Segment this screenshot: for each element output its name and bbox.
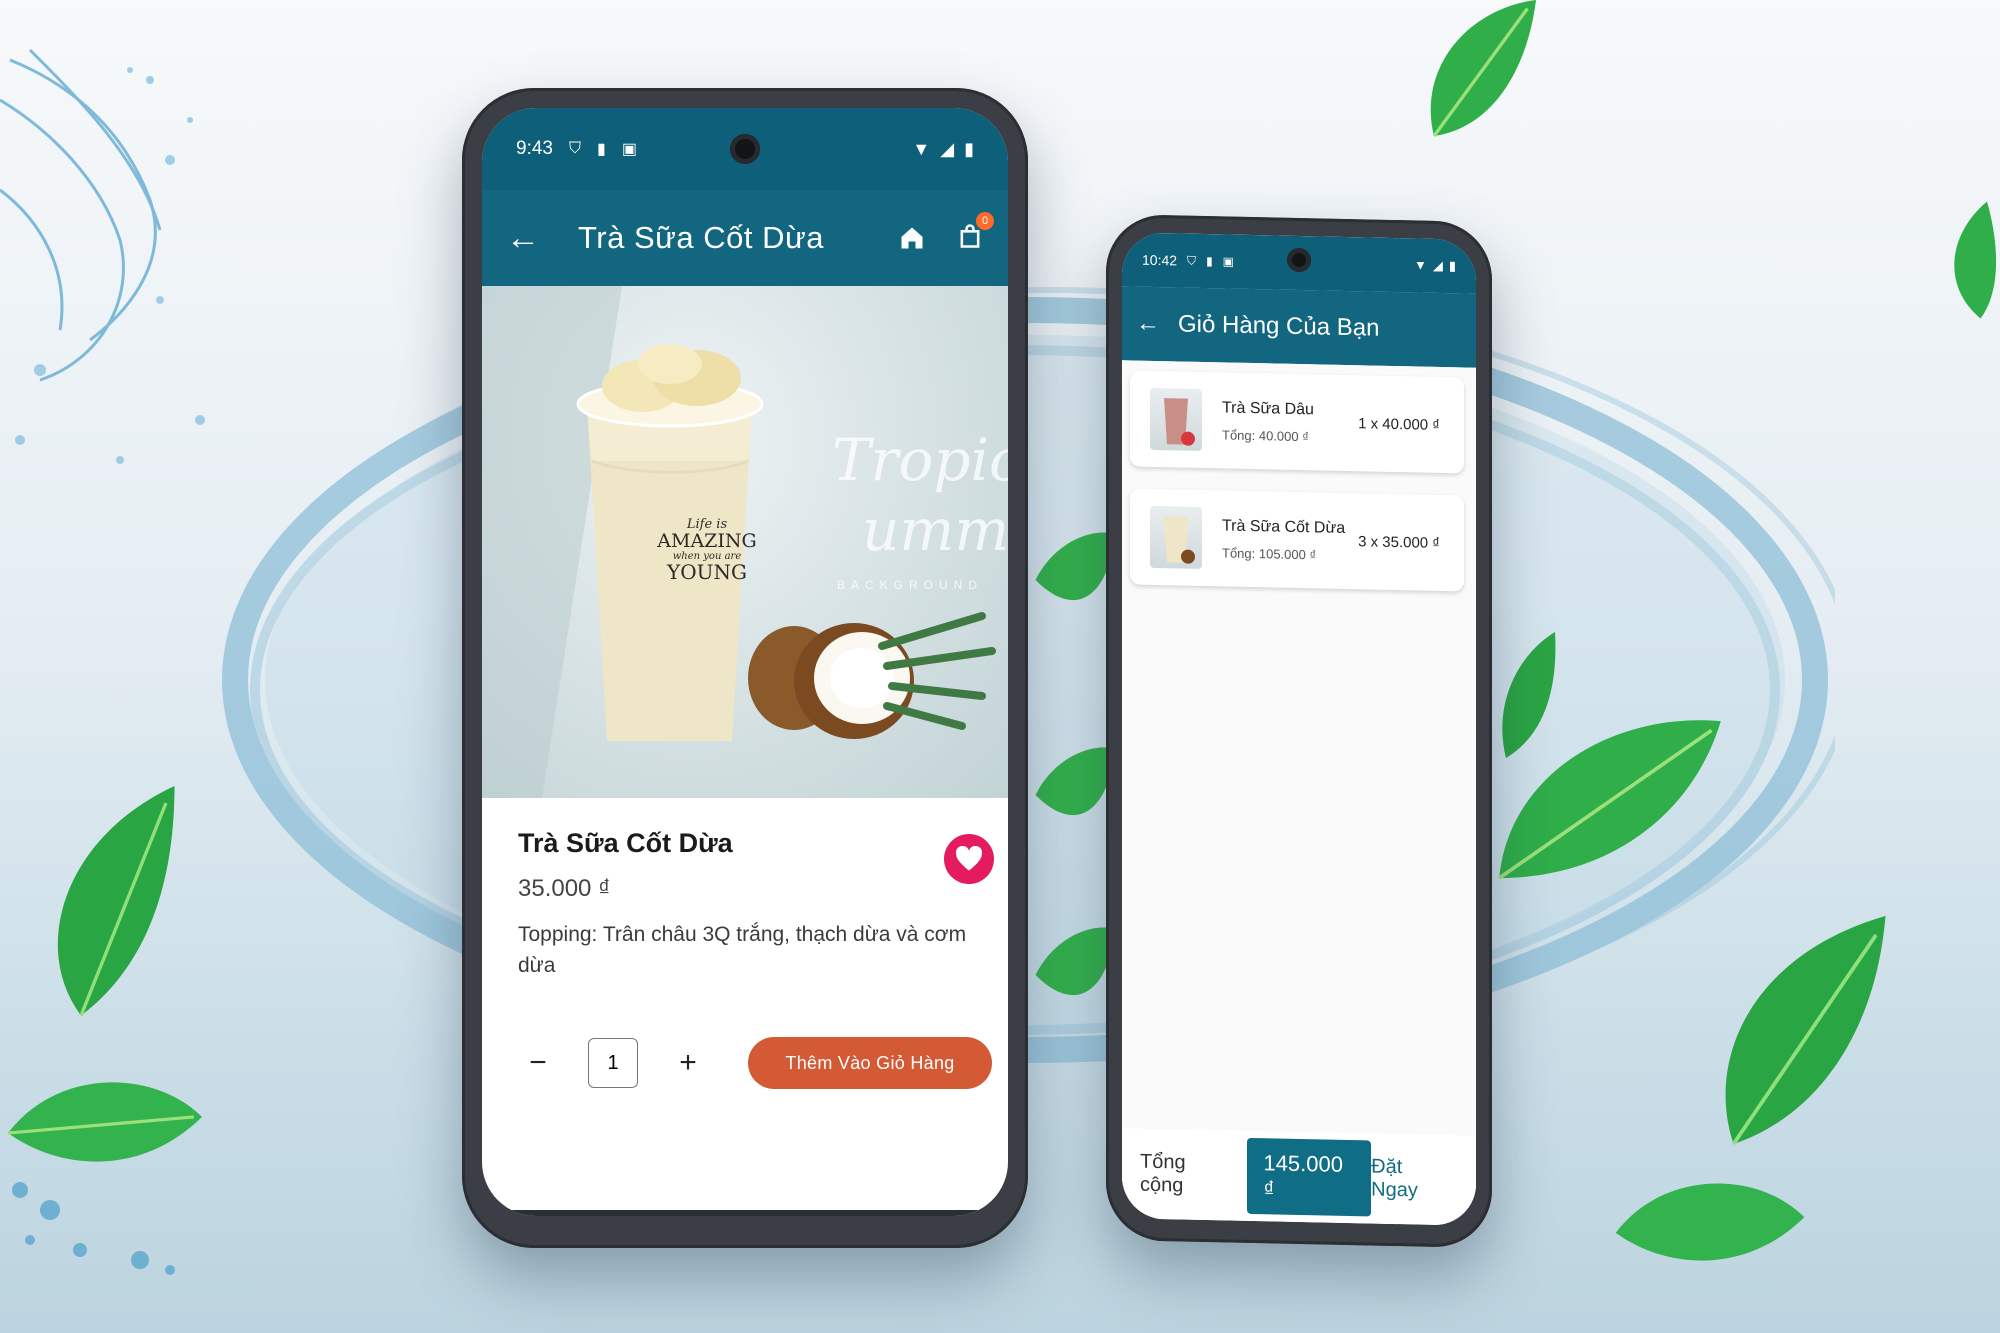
leaf-decoration: [1035, 747, 1115, 816]
item-quantity-price: 3 x 35.000 ₫: [1358, 532, 1440, 552]
front-camera: [1287, 247, 1311, 273]
sd-card-status-icon: ▮: [597, 141, 606, 158]
wifi-icon: ▼: [912, 138, 931, 159]
leaf-decoration: [1725, 916, 1886, 1146]
heart-icon: [955, 846, 983, 871]
cart-list: Trà Sữa Dâu Tổng: 40.000 ₫ 1 x 40.000 ₫ …: [1122, 360, 1476, 1226]
shield-status-icon: ⛉: [568, 140, 581, 157]
total-amount: 145.000 ₫: [1247, 1137, 1372, 1217]
a-status-icon: ▣: [1222, 254, 1235, 269]
cart-item[interactable]: Trà Sữa Dâu Tổng: 40.000 ₫ 1 x 40.000 ₫: [1130, 370, 1464, 474]
signal-icon: ◢: [1432, 257, 1443, 274]
status-time: 9:43: [516, 138, 553, 159]
hero-caption: BACKGROUND: [837, 578, 984, 592]
product-info: Trà Sữa Cốt Dừa 35.000 ₫ Topping: Trân c…: [482, 798, 1008, 1089]
leaf-decoration: [57, 786, 175, 1017]
water-splash-decoration: [0, 48, 205, 464]
cart-count-badge: 0: [976, 211, 994, 230]
phone-cart: 10:42 ⛉ ▮ ▣ ▼ ◢ ▮ ← Giỏ Hàng Của Bạn Trà…: [1106, 213, 1492, 1249]
product-price: 35.000 ₫: [518, 875, 611, 902]
order-now-button[interactable]: Đặt Ngay: [1371, 1156, 1450, 1204]
cart-button[interactable]: 0: [956, 211, 994, 255]
front-camera: [730, 134, 760, 164]
cart-screen: 10:42 ⛉ ▮ ▣ ▼ ◢ ▮ ← Giỏ Hàng Của Bạn Trà…: [1122, 232, 1476, 1226]
hero-script-text-2: umm: [862, 496, 1008, 564]
total-label: Tổng cộng: [1140, 1150, 1186, 1197]
bottom-edge: [482, 1210, 1008, 1216]
leaf-decoration: [1035, 927, 1115, 996]
item-total: Tổng: 40.000 ₫: [1222, 426, 1309, 444]
leaf-decoration: [1430, 0, 1536, 138]
item-name: Trà Sữa Cốt Dừa: [1222, 516, 1346, 537]
item-name: Trà Sữa Dâu: [1222, 398, 1314, 418]
item-thumbnail: [1150, 505, 1202, 569]
product-screen: 9:43 ⛉ ▮ ▣ ▼ ◢ ▮ ← Trà Sữa Cốt Dừa 0 Tro…: [482, 108, 1008, 1216]
product-image: Tropica umm BACKGROUND Life is AMAZING w…: [482, 286, 1008, 798]
phone-product-detail: 9:43 ⛉ ▮ ▣ ▼ ◢ ▮ ← Trà Sữa Cốt Dừa 0 Tro…: [462, 88, 1028, 1248]
back-arrow-icon[interactable]: ←: [506, 219, 556, 258]
hero-script-text: Tropica: [832, 426, 1008, 494]
quantity-field[interactable]: 1: [588, 1038, 638, 1088]
leaf-decoration: [1502, 632, 1556, 758]
wifi-icon: ▼: [1413, 257, 1427, 273]
app-bar: ← Trà Sữa Cốt Dừa 0: [482, 190, 1008, 286]
decrease-quantity-button[interactable]: −: [518, 1046, 558, 1080]
leaf-decoration: [7, 1082, 202, 1162]
battery-icon: ▮: [1448, 258, 1456, 274]
app-bar: ← Giỏ Hàng Của Bạn: [1122, 286, 1476, 368]
quantity-stepper: − 1 +: [518, 1038, 708, 1088]
page-title: Trà Sữa Cốt Dừa: [578, 220, 824, 255]
shield-status-icon: ⛉: [1187, 253, 1197, 268]
home-icon[interactable]: [898, 224, 926, 252]
strawberry-milk-tea-image: [1164, 398, 1195, 446]
product-name: Trà Sữa Cốt Dừa: [518, 828, 733, 858]
item-total: Tổng: 105.000 ₫: [1222, 544, 1317, 562]
leaf-decoration: [1035, 532, 1115, 601]
status-time: 10:42: [1142, 251, 1178, 269]
cart-item[interactable]: Trà Sữa Cốt Dừa Tổng: 105.000 ₫ 3 x 35.0…: [1130, 488, 1464, 592]
cup-print-text: Life is AMAZING when you are YOUNG: [647, 518, 767, 583]
leaf-decoration: [1954, 201, 1997, 319]
a-status-icon: ▣: [621, 141, 637, 158]
leaf-decoration: [1615, 1183, 1805, 1261]
cup-print-line: YOUNG: [667, 560, 747, 585]
coconut-milk-tea-image: [1164, 516, 1195, 564]
favorite-button[interactable]: [944, 834, 994, 884]
cart-footer: Tổng cộng 145.000 ₫ Đặt Ngay: [1122, 1128, 1476, 1226]
product-description: Topping: Trân châu 3Q trắng, thạch dừa v…: [518, 923, 967, 977]
increase-quantity-button[interactable]: +: [668, 1046, 708, 1080]
cup-print-line: AMAZING: [657, 529, 757, 552]
signal-icon: ◢: [940, 138, 955, 159]
item-quantity-price: 1 x 40.000 ₫: [1358, 414, 1440, 434]
sd-card-status-icon: ▮: [1206, 254, 1213, 269]
add-to-cart-button[interactable]: Thêm Vào Giỏ Hàng: [748, 1037, 992, 1089]
page-title: Giỏ Hàng Của Bạn: [1178, 310, 1380, 342]
battery-icon: ▮: [964, 138, 974, 159]
item-thumbnail: [1150, 387, 1202, 451]
back-arrow-icon[interactable]: ←: [1136, 310, 1172, 339]
